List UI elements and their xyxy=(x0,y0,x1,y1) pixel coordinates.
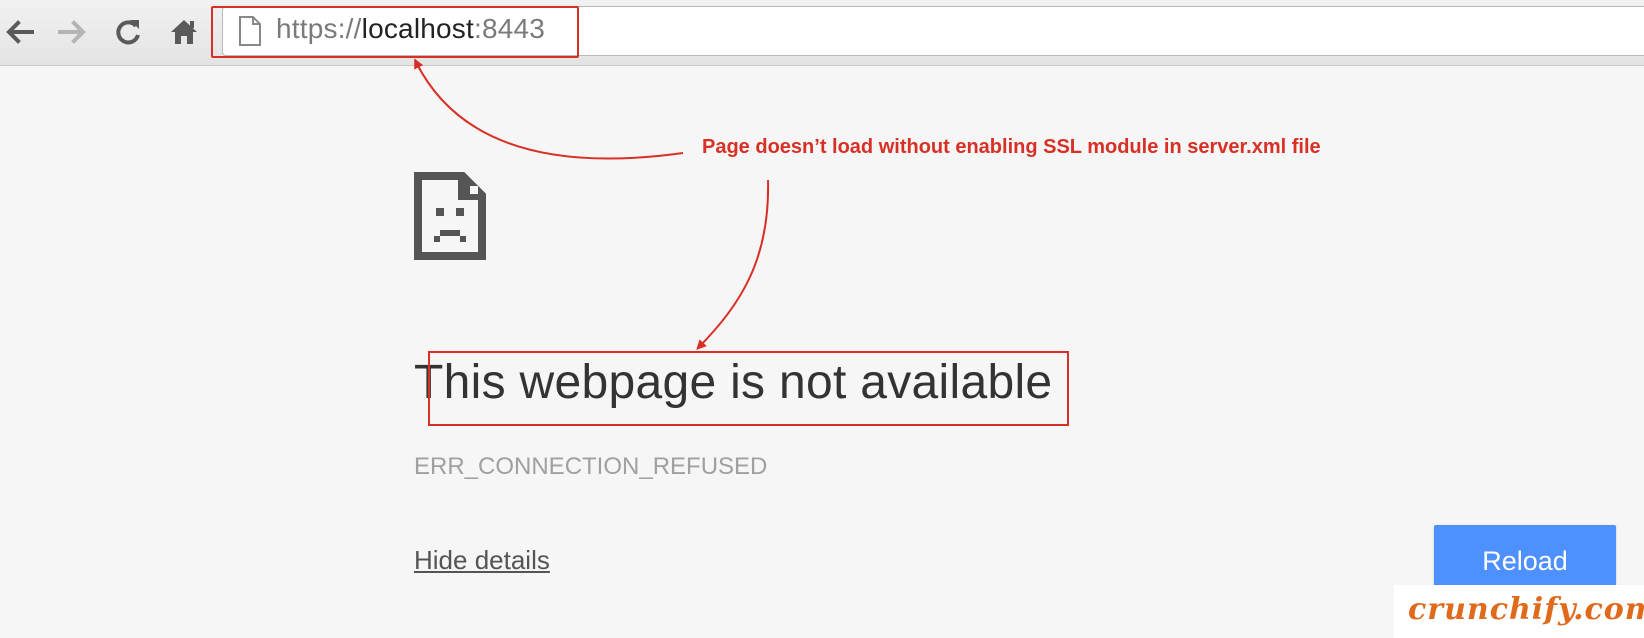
arrow-to-title xyxy=(696,179,770,350)
annotation-arrows xyxy=(414,58,770,350)
arrow-to-url xyxy=(414,58,684,160)
watermark-text: crunchify.com xyxy=(1408,592,1644,627)
watermark: crunchify.com xyxy=(1394,585,1644,638)
